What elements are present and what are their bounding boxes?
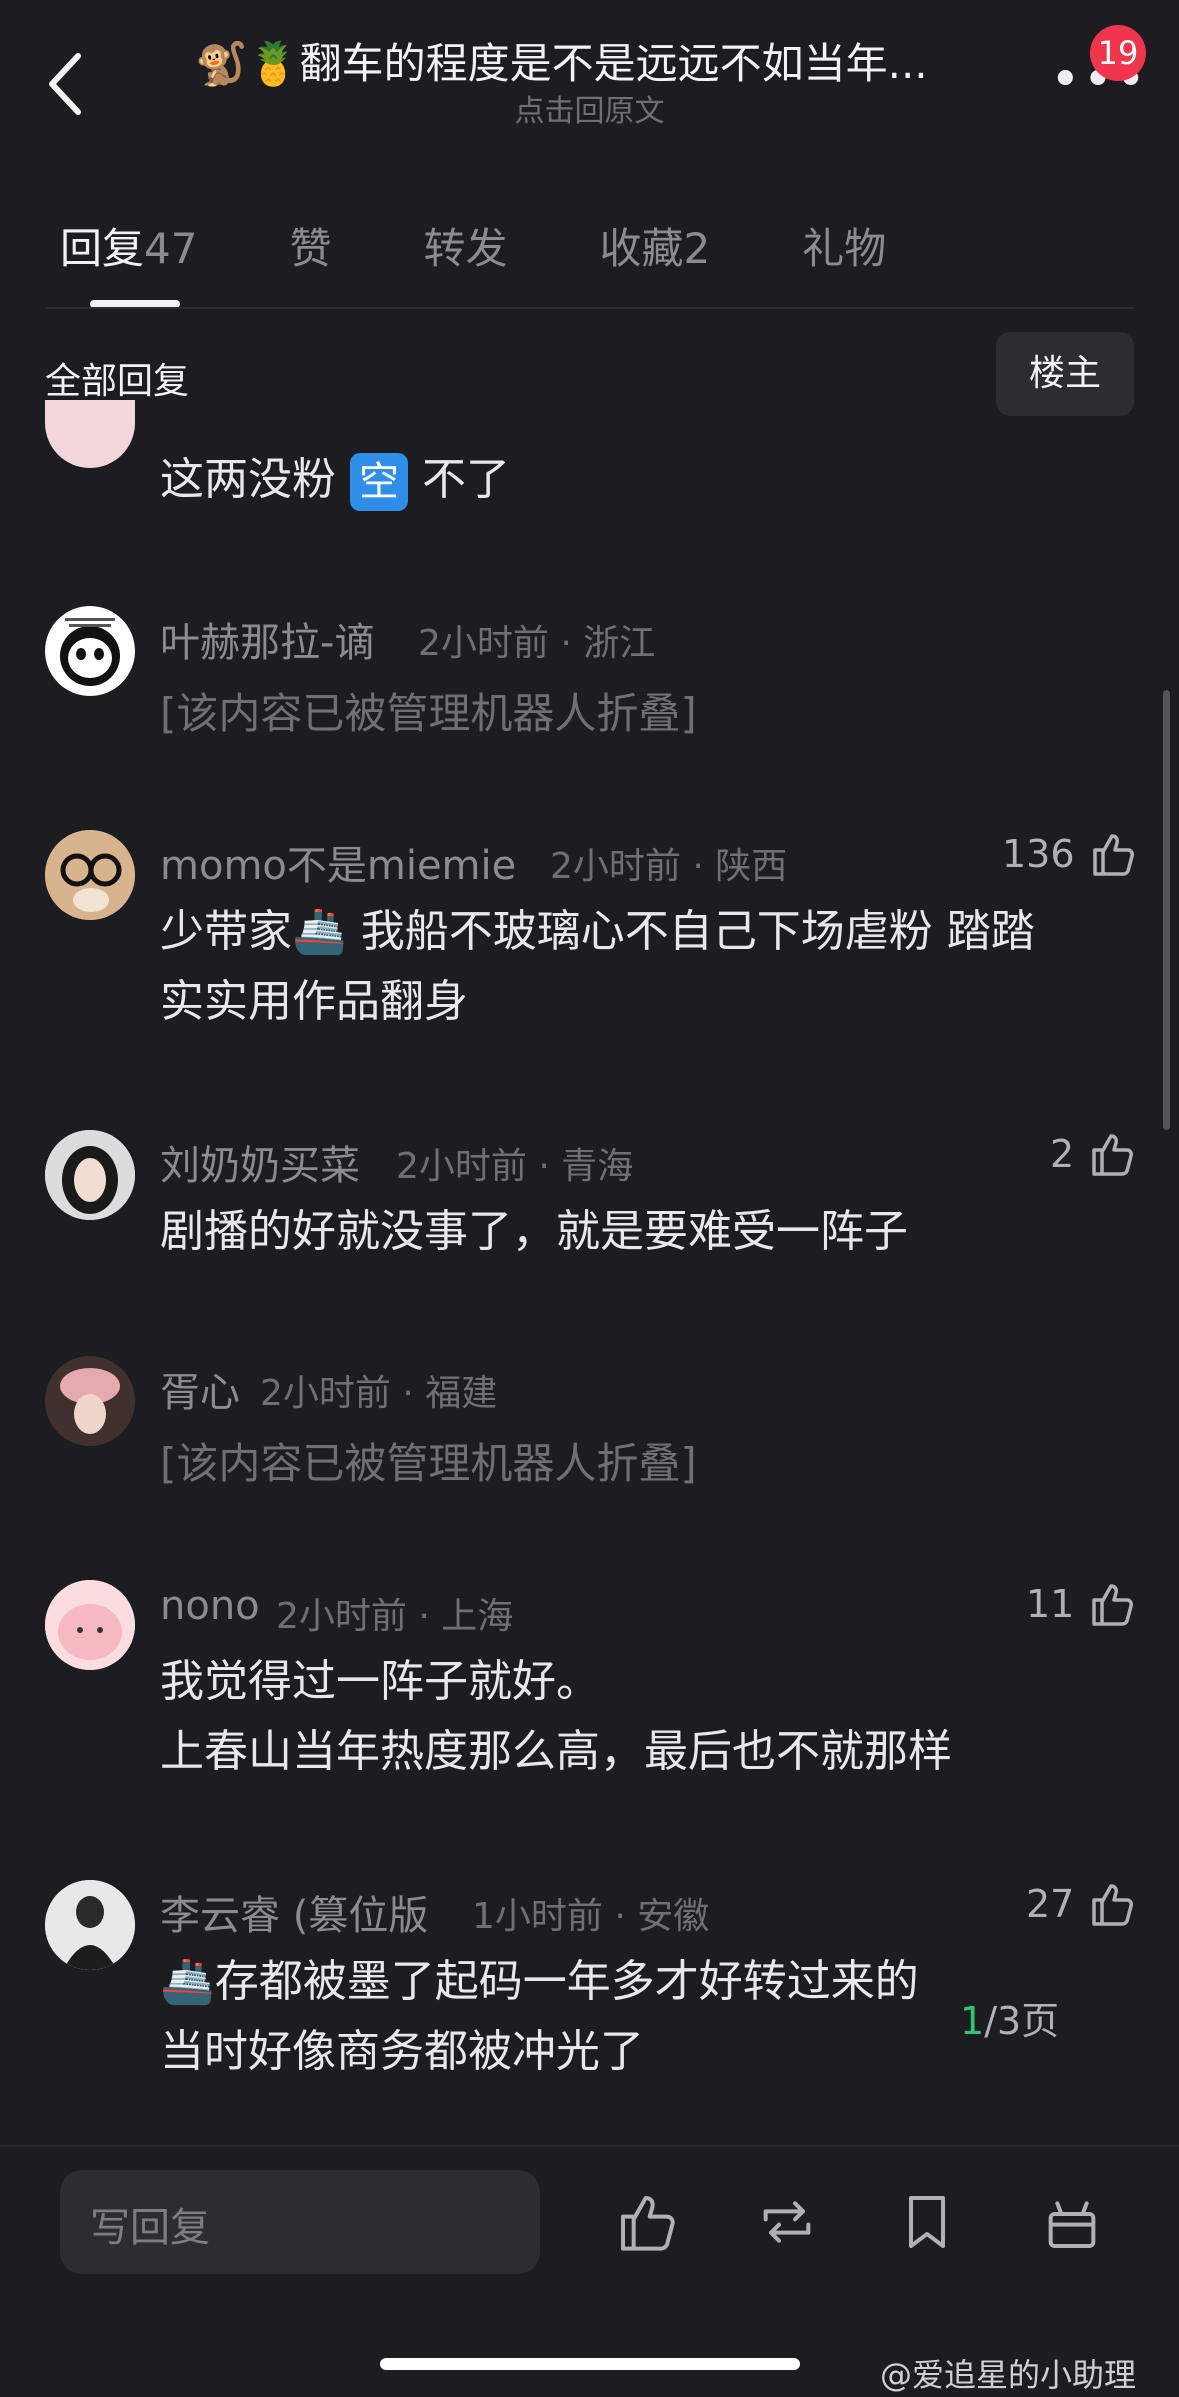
thumbs-up-icon	[621, 2196, 675, 2251]
tab-reposts[interactable]: 转发	[423, 215, 507, 276]
like-button[interactable]: 27	[1026, 1880, 1136, 1928]
comment-username[interactable]: 叶赫那拉-谪	[160, 610, 374, 668]
tab-bar: 回复47 赞 转发 收藏2 礼物	[60, 215, 978, 276]
like-button[interactable]: 11	[1026, 1580, 1136, 1628]
comment-meta: 2小时前 · 福建	[260, 1373, 498, 1414]
thumbs-up-icon	[1092, 1884, 1134, 1926]
avatar[interactable]	[45, 1580, 135, 1670]
comment-text: 我觉得过一阵子就好。 上春山当年热度那么高，最后也不就那样	[160, 1656, 952, 1777]
repost-icon	[763, 2201, 811, 2243]
like-button[interactable]: 2	[1050, 1130, 1136, 1178]
avatar[interactable]	[45, 400, 135, 468]
comment-username[interactable]: 刘奶奶买菜	[160, 1133, 360, 1191]
gift-button[interactable]	[1040, 2190, 1104, 2254]
weibo-watermark: @爱追星的小助理	[880, 2356, 1137, 2394]
thumbs-up-icon	[1092, 834, 1134, 876]
tab-replies[interactable]: 回复47	[60, 215, 197, 276]
person-avatar-icon	[45, 1880, 135, 1970]
comment-meta: 2小时前 · 上海	[276, 1596, 514, 1637]
avatar[interactable]	[45, 1356, 135, 1446]
avatar[interactable]	[45, 1130, 135, 1220]
scrollbar[interactable]	[1163, 690, 1170, 1130]
repost-button[interactable]	[755, 2190, 819, 2254]
comment-text: 这两没粉 空 不了	[160, 445, 510, 515]
comment-text: 少带家🚢 我船不玻璃心不自己下场虐粉 踏踏 实实用作品翻身	[160, 906, 1035, 1027]
pink-character-icon	[45, 1580, 135, 1670]
folded-content[interactable]: [该内容已被管理机器人折叠]	[160, 1430, 697, 1491]
tab-favorites[interactable]: 收藏2	[600, 215, 711, 276]
panda-meme-icon	[60, 618, 120, 686]
avatar[interactable]	[45, 606, 135, 696]
comment-username[interactable]: momo不是miemie	[160, 833, 516, 891]
comment-meta: 2小时前 · 浙江	[418, 623, 656, 664]
back-to-original-link[interactable]: 点击回原文	[0, 86, 1179, 130]
person-avatar-icon	[45, 1356, 135, 1446]
favorite-button[interactable]	[895, 2190, 959, 2254]
tab-gifts[interactable]: 礼物	[802, 215, 886, 276]
section-title: 全部回复	[45, 361, 190, 402]
bottom-divider	[0, 2145, 1179, 2147]
home-indicator[interactable]	[380, 2358, 800, 2370]
comment-username[interactable]: 李云睿 (篡位版	[160, 1883, 428, 1941]
owner-filter-button[interactable]: 楼主	[996, 332, 1134, 416]
thumbs-up-icon	[1092, 1134, 1134, 1176]
comment-username[interactable]: nono	[160, 1583, 260, 1629]
comment-meta: 2小时前 · 陕西	[550, 846, 788, 887]
notification-badge: 19	[1090, 25, 1146, 81]
comment-meta: 2小时前 · 青海	[396, 1146, 634, 1187]
comment-text: 剧播的好就没事了，就是要难受一阵子	[160, 1206, 908, 1257]
avatar[interactable]	[45, 1880, 135, 1970]
bookmark-icon	[909, 2196, 945, 2248]
reply-placeholder: 写回复	[90, 2205, 210, 2251]
thumbs-up-icon	[1092, 1584, 1134, 1626]
kong-emoji-icon: 空	[350, 453, 408, 511]
comment-meta: 1小时前 · 安徽	[472, 1896, 710, 1937]
gift-icon	[1048, 2201, 1096, 2248]
alpaca-glasses-icon	[45, 830, 135, 920]
tab-divider	[45, 307, 1134, 309]
tab-likes[interactable]: 赞	[289, 215, 331, 276]
comment-username[interactable]: 胥心	[160, 1360, 240, 1418]
comment-text: 🚢存都被墨了起码一年多才好转过来的 当时好像商务都被冲光了	[160, 1956, 919, 2077]
like-post-button[interactable]	[615, 2190, 679, 2254]
post-title[interactable]: 🐒🍍翻车的程度是不是远远不如当年...	[195, 30, 995, 91]
page-indicator[interactable]: 1/3页	[960, 1990, 1059, 2045]
person-avatar-icon	[45, 1130, 135, 1220]
avatar[interactable]	[45, 830, 135, 920]
like-button[interactable]: 136	[1002, 830, 1137, 878]
folded-content[interactable]: [该内容已被管理机器人折叠]	[160, 680, 697, 741]
